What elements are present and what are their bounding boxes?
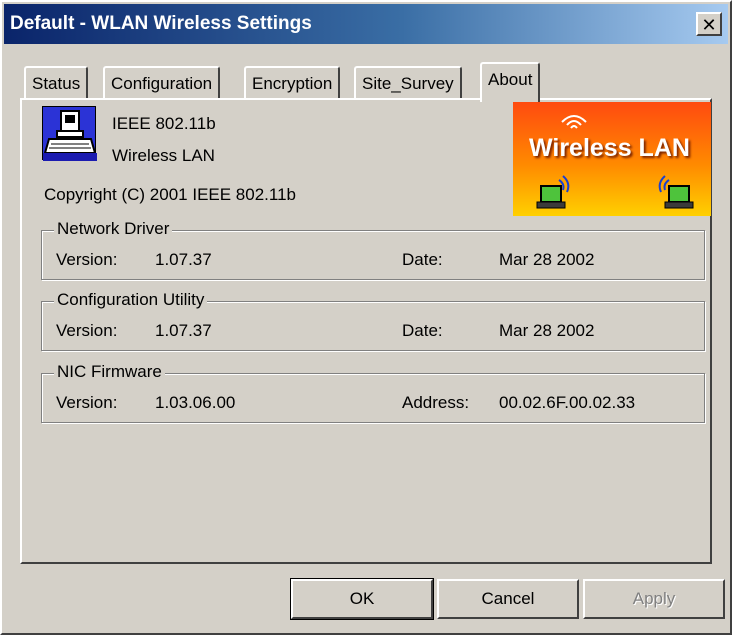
close-button[interactable]: ✕	[696, 12, 722, 36]
date-value: Mar 28 2002	[499, 250, 595, 269]
cancel-button-label: Cancel	[481, 589, 535, 608]
logo-text: Wireless LAN	[529, 134, 690, 162]
group-title: Configuration Utility	[54, 290, 208, 310]
tab-encryption[interactable]: Encryption	[244, 66, 341, 100]
laptop-icon	[658, 175, 694, 209]
cancel-button[interactable]: Cancel	[437, 579, 579, 619]
close-icon: ✕	[701, 15, 717, 35]
tab-label: Configuration	[111, 74, 213, 93]
title-bar[interactable]: Default - WLAN Wireless Settings ✕	[4, 4, 728, 44]
tab-label: Site_Survey	[362, 74, 454, 93]
tab-configuration[interactable]: Configuration	[103, 66, 221, 100]
wifi-signal-icon	[561, 115, 587, 129]
ok-button-label: OK	[349, 589, 375, 608]
version-value: 1.07.37	[155, 321, 212, 340]
network-driver-group: Network Driver Version: 1.07.37 Date: Ma…	[41, 219, 705, 280]
version-label: Version:	[56, 393, 118, 412]
version-label: Version:	[56, 321, 118, 340]
laptop-icon	[536, 175, 570, 209]
date-label: Date:	[402, 250, 443, 269]
nic-firmware-group: NIC Firmware Version: 1.03.06.00 Address…	[41, 362, 705, 423]
group-title: Network Driver	[54, 219, 173, 239]
tab-label: Status	[32, 74, 81, 93]
apply-button-label: Apply	[632, 589, 676, 608]
group-title: NIC Firmware	[54, 362, 165, 382]
tab-about[interactable]: About	[480, 62, 541, 102]
window-title: Default - WLAN Wireless Settings	[10, 13, 312, 34]
tab-site-survey[interactable]: Site_Survey	[354, 66, 462, 100]
version-value: 1.07.37	[155, 250, 212, 269]
mac-address-value: 00.02.6F.00.02.33	[499, 393, 636, 412]
wireless-card-icon	[42, 106, 97, 161]
tab-label: About	[488, 70, 533, 89]
ok-button[interactable]: OK	[290, 578, 434, 620]
version-label: Version:	[56, 250, 118, 269]
product-name-line1: IEEE 802.11b	[112, 114, 216, 133]
date-value: Mar 28 2002	[499, 321, 595, 340]
tab-status[interactable]: Status	[24, 66, 89, 100]
product-name-line2: Wireless LAN	[112, 146, 215, 165]
address-label: Address:	[402, 393, 470, 412]
version-value: 1.03.06.00	[155, 393, 236, 412]
tab-label: Encryption	[252, 74, 333, 93]
settings-window: Default - WLAN Wireless Settings ✕ Statu…	[0, 0, 732, 635]
wireless-lan-logo: Wireless LAN	[513, 102, 711, 216]
date-label: Date:	[402, 321, 443, 340]
configuration-utility-group: Configuration Utility Version: 1.07.37 D…	[41, 290, 705, 351]
copyright-text: Copyright (C) 2001 IEEE 802.11b	[44, 185, 296, 204]
apply-button[interactable]: Apply	[583, 579, 725, 619]
